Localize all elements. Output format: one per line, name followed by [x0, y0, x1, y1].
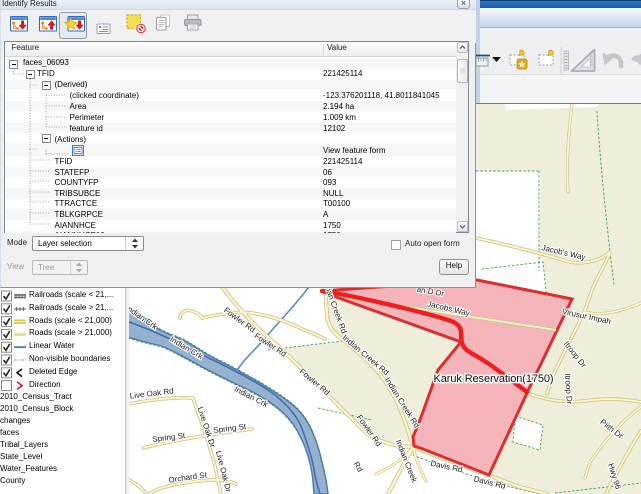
svg-text:Karuk Reservation(1750): Karuk Reservation(1750) — [434, 373, 554, 385]
